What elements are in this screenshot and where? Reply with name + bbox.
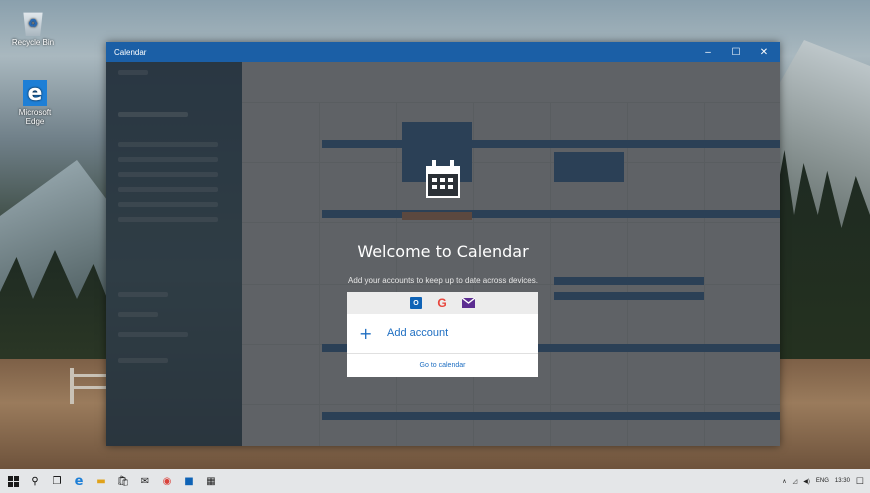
language-indicator[interactable]: ENG (816, 478, 829, 484)
desktop-icon-label: Recycle Bin (11, 38, 55, 47)
desktop-icon-edge[interactable]: e Microsoft Edge (10, 80, 60, 126)
calendar-taskbar-icon[interactable]: ▦ (200, 469, 222, 493)
recycle-bin-icon: ♻ (23, 12, 43, 36)
title-bar[interactable]: Calendar – ☐ ✕ (106, 42, 780, 62)
windows-logo-icon (7, 475, 19, 487)
mail-taskbar-icon[interactable]: ✉ (134, 469, 156, 493)
calendar-icon (424, 160, 462, 200)
search-icon[interactable]: ⚲ (24, 469, 46, 493)
calendar-window: Calendar – ☐ ✕ Welcome to Calendar Add y… (106, 42, 780, 446)
minimize-button[interactable]: – (696, 42, 720, 62)
clock[interactable]: 13:30 (835, 478, 850, 484)
task-view-icon[interactable]: ❐ (46, 469, 68, 493)
close-button[interactable]: ✕ (752, 42, 776, 62)
desktop-icon-label: Microsoft Edge (18, 108, 52, 126)
window-content: Welcome to Calendar Add your accounts to… (106, 62, 780, 446)
outlook-taskbar-icon[interactable]: ■ (178, 469, 200, 493)
edge-icon: e (23, 80, 47, 106)
welcome-title: Welcome to Calendar (357, 242, 529, 261)
account-card: O G + Add account Go to calendar (347, 292, 538, 377)
network-icon[interactable]: ◿ (793, 478, 798, 485)
plus-icon: + (359, 323, 373, 343)
mail-icon[interactable] (462, 298, 475, 308)
store-icon[interactable]: 🛍 (112, 469, 134, 493)
desktop-icon-recycle-bin[interactable]: ♻ Recycle Bin (8, 10, 58, 47)
volume-icon[interactable]: ◀) (803, 478, 810, 485)
add-account-button[interactable]: + Add account (347, 314, 538, 352)
outlook-icon[interactable]: O (410, 297, 422, 309)
add-account-label: Add account (387, 327, 449, 339)
maximize-button[interactable]: ☐ (724, 42, 748, 62)
chrome-icon[interactable]: ◉ (156, 469, 178, 493)
system-tray: ∧ ◿ ◀) ENG 13:30 ☐ (782, 469, 864, 493)
provider-icons: O G (347, 292, 538, 314)
taskbar: ⚲ ❐ e ▬ 🛍 ✉ ◉ ■ ▦ ∧ ◿ ◀) ENG 13:30 ☐ (0, 469, 870, 493)
google-icon[interactable]: G (436, 296, 448, 310)
file-explorer-icon[interactable]: ▬ (90, 469, 112, 493)
edge-taskbar-icon[interactable]: e (68, 469, 90, 493)
notifications-icon[interactable]: ☐ (856, 476, 864, 487)
window-title: Calendar (114, 48, 147, 57)
chevron-up-icon[interactable]: ∧ (782, 478, 786, 485)
go-to-calendar-link[interactable]: Go to calendar (347, 354, 538, 377)
start-button[interactable] (2, 469, 24, 493)
welcome-subtitle: Add your accounts to keep up to date acr… (348, 276, 538, 285)
